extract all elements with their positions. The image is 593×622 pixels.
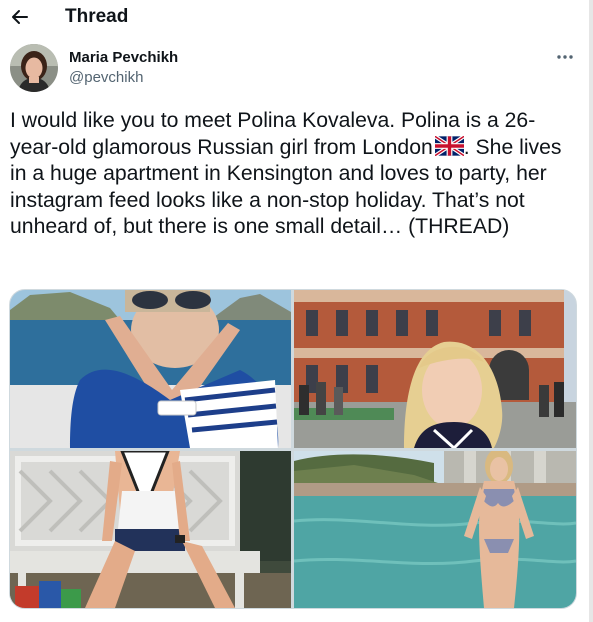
boat-selfie-photo[interactable] — [10, 290, 291, 448]
header-bar: Thread — [0, 0, 593, 35]
page-title: Thread — [65, 6, 129, 27]
media-grid — [9, 289, 577, 609]
author-handle[interactable]: @pevchikh — [69, 69, 143, 86]
avatar[interactable] — [10, 44, 58, 92]
more-options-icon[interactable] — [554, 49, 576, 65]
bench-photo[interactable] — [10, 451, 291, 608]
uk-flag-icon — [434, 135, 464, 156]
pool-photo[interactable] — [294, 451, 576, 608]
street-portrait-photo[interactable] — [294, 290, 576, 448]
scrollbar[interactable] — [589, 0, 593, 622]
author-name[interactable]: Maria Pevchikh — [69, 49, 178, 66]
arrow-left-icon[interactable] — [10, 7, 30, 27]
tweet-text: I would like you to meet Polina Kovaleva… — [10, 108, 580, 241]
